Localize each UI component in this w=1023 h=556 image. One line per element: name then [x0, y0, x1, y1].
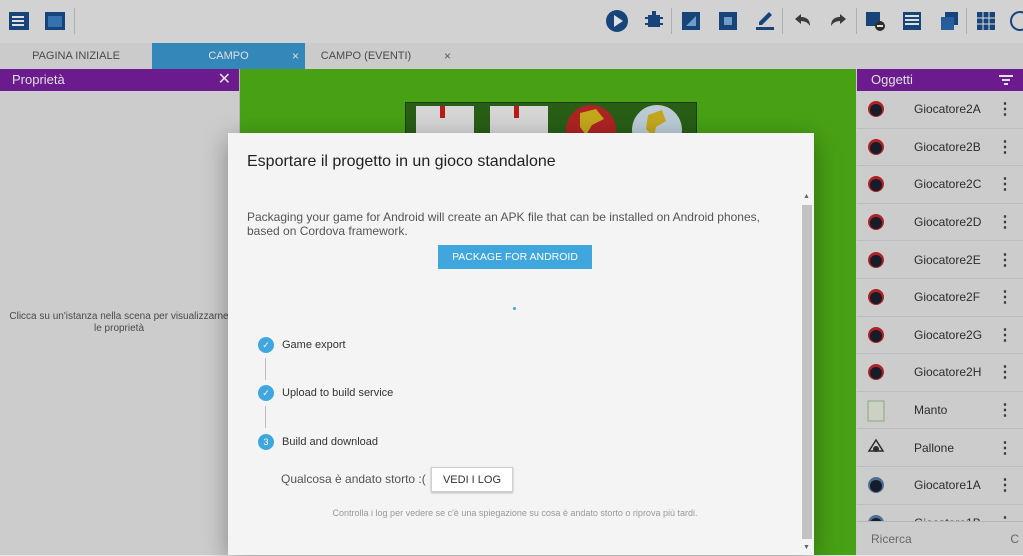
step-connector [265, 358, 266, 380]
step-number-badge: 3 [258, 434, 274, 450]
step-label: Upload to build service [282, 387, 394, 399]
step-connector [265, 406, 266, 428]
step-label: Game export [282, 339, 346, 351]
dialog-scrollbar[interactable]: ▲ ▼ [802, 193, 812, 551]
scroll-down-icon[interactable]: ▼ [803, 544, 810, 551]
scrollbar-thumb[interactable] [802, 205, 812, 539]
error-hint: Controlla i log per vedere se c'è una sp… [332, 508, 698, 518]
step-check-icon: ✓ [258, 337, 274, 353]
scroll-up-icon[interactable]: ▲ [803, 193, 810, 200]
dialog-title: Esportare il progetto in un gioco standa… [247, 153, 556, 170]
view-logs-button[interactable]: VEDI I LOG [431, 467, 513, 492]
package-for-android-button[interactable]: PACKAGE FOR ANDROID [438, 245, 592, 269]
export-dialog: Esportare il progetto in un gioco standa… [228, 133, 814, 555]
dialog-description: Packaging your game for Android will cre… [247, 210, 760, 238]
error-message: Qualcosa è andato storto :( [281, 472, 426, 486]
loading-spinner [513, 307, 516, 310]
step-check-icon: ✓ [258, 385, 274, 401]
step-label: Build and download [282, 436, 379, 448]
dialog-body: Packaging your game for Android will cre… [228, 191, 802, 555]
